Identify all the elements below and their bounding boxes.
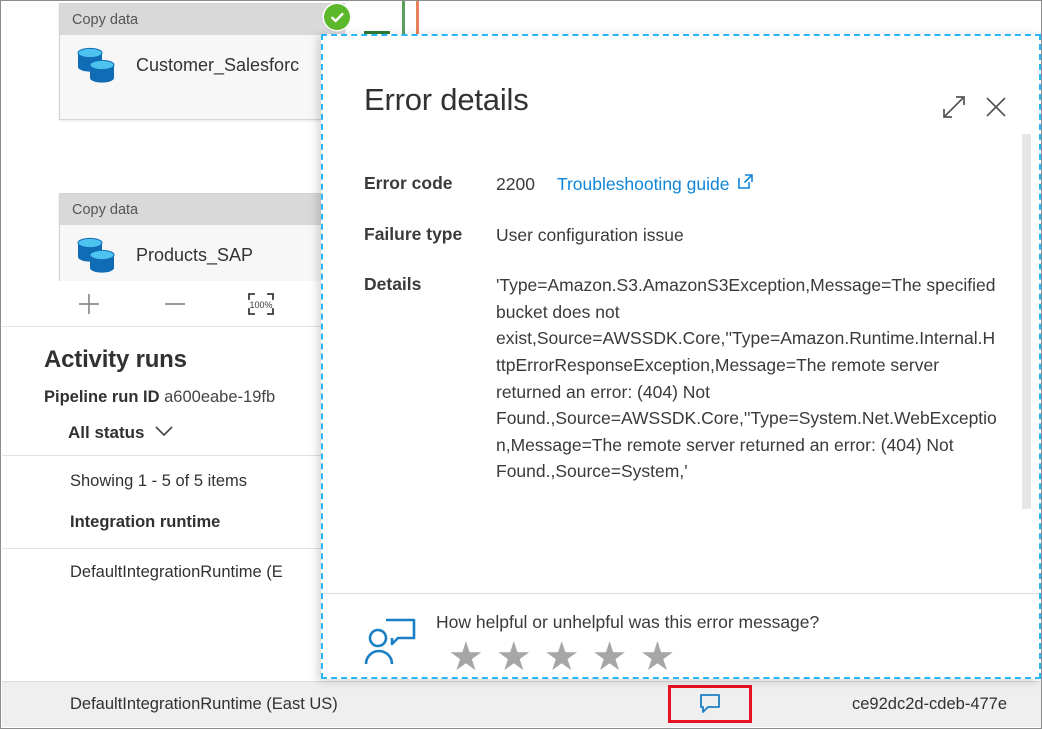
star-icon-2[interactable]: ★ bbox=[496, 637, 532, 677]
zoom-to-100-button[interactable]: 100% bbox=[246, 289, 276, 319]
table-row-selected[interactable]: DefaultIntegrationRuntime (East US) ce92… bbox=[2, 681, 1041, 727]
panel-scrollbar[interactable] bbox=[1022, 134, 1031, 509]
star-icon-1[interactable]: ★ bbox=[448, 637, 484, 677]
zoom-in-button[interactable] bbox=[74, 289, 104, 319]
failure-type-value: User configuration issue bbox=[496, 224, 684, 245]
pipeline-run-id-label: Pipeline run ID bbox=[44, 388, 160, 406]
person-feedback-icon bbox=[364, 616, 418, 668]
star-icon-4[interactable]: ★ bbox=[592, 637, 628, 677]
field-failure-type: Failure type User configuration issue bbox=[364, 222, 999, 249]
database-icon bbox=[74, 45, 120, 85]
status-filter-label: All status bbox=[68, 423, 145, 442]
star-icon-3[interactable]: ★ bbox=[544, 637, 580, 677]
chevron-down-icon bbox=[154, 424, 173, 442]
troubleshooting-guide-link[interactable]: Troubleshooting guide bbox=[557, 171, 755, 198]
field-value-group: 2200 Troubleshooting guide bbox=[496, 171, 999, 198]
integration-runtime-name: DefaultIntegrationRuntime (East US) bbox=[70, 695, 338, 713]
activity-node-copy-data-1[interactable]: Copy data Customer_Salesforc bbox=[59, 3, 345, 120]
expand-diagonal-icon[interactable] bbox=[933, 86, 975, 128]
field-details: Details 'Type=Amazon.S3.AmazonS3Exceptio… bbox=[364, 272, 999, 485]
node-header-label: Copy data bbox=[60, 194, 344, 225]
activity-run-id: ce92dc2d-cdeb-477e bbox=[852, 695, 1008, 713]
success-check-icon bbox=[324, 4, 350, 30]
panel-header: Error details bbox=[323, 36, 1039, 128]
error-code-value: 2200 bbox=[496, 174, 535, 194]
troubleshooting-guide-label: Troubleshooting guide bbox=[556, 174, 730, 194]
node-body: Products_SAP bbox=[60, 225, 344, 285]
star-rating[interactable]: ★ ★ ★ ★ ★ bbox=[448, 637, 1039, 677]
node-body: Customer_Salesforc bbox=[60, 35, 344, 95]
details-value: 'Type=Amazon.S3.AmazonS3Exception,Messag… bbox=[496, 275, 1001, 482]
field-label: Error code bbox=[364, 173, 453, 193]
node-header-label: Copy data bbox=[60, 4, 344, 35]
feedback-content: How helpful or unhelpful was this error … bbox=[436, 612, 1039, 677]
external-link-icon bbox=[737, 171, 754, 198]
panel-title: Error details bbox=[364, 82, 529, 117]
star-icon-5[interactable]: ★ bbox=[639, 637, 675, 677]
feedback-question: How helpful or unhelpful was this error … bbox=[436, 612, 820, 632]
close-icon[interactable] bbox=[975, 86, 1017, 128]
panel-feedback-section: How helpful or unhelpful was this error … bbox=[323, 593, 1039, 677]
activity-node-copy-data-2[interactable]: Copy data Products_SAP bbox=[59, 193, 345, 285]
feedback-comment-button[interactable] bbox=[668, 685, 752, 723]
node-label: Products_SAP bbox=[136, 244, 254, 265]
field-error-code: Error code 2200 Troubleshooting guide bbox=[364, 171, 999, 198]
pipeline-run-id-value: a600eabe-19fb bbox=[164, 388, 276, 406]
svg-text:100%: 100% bbox=[249, 300, 272, 310]
zoom-out-button[interactable] bbox=[160, 289, 190, 319]
field-label: Failure type bbox=[364, 223, 463, 244]
error-details-panel: Error details Error code 2200 Troublesho… bbox=[321, 34, 1041, 679]
field-label: Details bbox=[364, 274, 422, 295]
node-label: Customer_Salesforc bbox=[136, 54, 300, 75]
database-icon bbox=[74, 235, 120, 275]
app-window: Copy data Customer_Salesforc Copy data P… bbox=[0, 0, 1042, 729]
panel-body-scroll: Error code 2200 Troubleshooting guide Fa… bbox=[323, 128, 1039, 593]
